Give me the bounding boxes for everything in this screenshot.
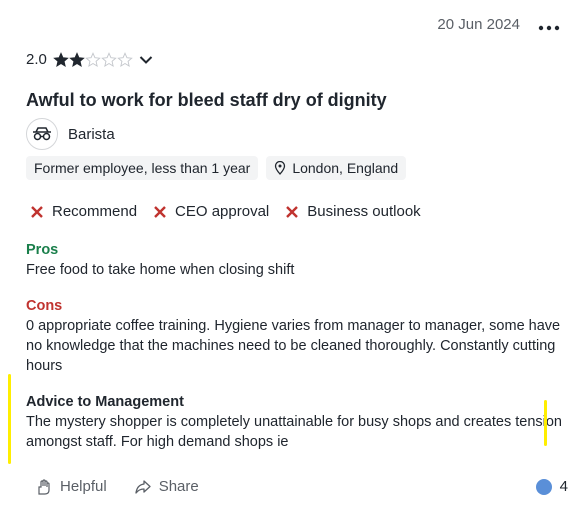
more-horizontal-icon <box>538 25 560 31</box>
reaction-count[interactable]: 4 <box>535 478 568 495</box>
share-button[interactable]: Share <box>135 478 199 495</box>
rating-stars <box>53 51 133 68</box>
helpful-button[interactable]: Helpful <box>36 478 107 495</box>
star-empty-icon <box>117 51 133 67</box>
pros-text: Free food to take home when closing shif… <box>26 262 295 278</box>
reaction-avatar-icon <box>535 478 552 495</box>
helpful-hand-icon <box>38 478 50 495</box>
rating-details-toggle[interactable] <box>139 55 153 65</box>
x-icon <box>30 205 44 219</box>
share-icon <box>135 479 151 494</box>
advice-section: Advice to Management The mystery shopper… <box>26 392 566 452</box>
helpful-label: Helpful <box>60 478 107 495</box>
location-tag: London, England <box>266 156 407 180</box>
advice-text: The mystery shopper is completely unatta… <box>26 414 562 450</box>
cons-section: Cons 0 appropriate coffee training. Hygi… <box>26 296 566 376</box>
chevron-down-icon <box>139 55 153 64</box>
check-label: CEO approval <box>175 203 270 220</box>
location-pin-icon <box>275 161 286 175</box>
pros-section: Pros Free food to take home when closing… <box>26 240 566 280</box>
review-actions: Helpful Share <box>36 478 199 495</box>
review-title[interactable]: Awful to work for bleed staff dry of dig… <box>26 90 387 111</box>
share-label: Share <box>158 478 199 495</box>
check-ceo-approval: CEO approval <box>153 203 269 220</box>
review-tags: Former employee, less than 1 year London… <box>26 156 407 180</box>
ratings-checklist: Recommend CEO approval Business outlook <box>30 203 421 220</box>
x-icon <box>285 205 299 219</box>
more-options-button[interactable] <box>538 16 560 34</box>
check-label: Business outlook <box>307 203 421 220</box>
rating: 2.0 <box>26 51 153 68</box>
check-business-outlook: Business outlook <box>285 203 421 220</box>
check-label: Recommend <box>52 203 138 220</box>
location-label: London, England <box>292 160 399 176</box>
cons-text: 0 appropriate coffee training. Hygiene v… <box>26 318 561 374</box>
check-recommend: Recommend <box>30 203 137 220</box>
star-filled-icon <box>69 51 85 67</box>
job-role-label: Barista <box>68 125 115 143</box>
highlight-mark-left <box>8 374 11 464</box>
advice-heading: Advice to Management <box>26 394 184 410</box>
x-icon <box>153 205 167 219</box>
star-empty-icon <box>85 51 101 67</box>
pros-heading: Pros <box>26 242 59 258</box>
rating-value: 2.0 <box>26 51 47 68</box>
employment-status-tag: Former employee, less than 1 year <box>26 156 259 180</box>
highlight-mark-right <box>544 400 547 446</box>
star-empty-icon <box>101 51 117 67</box>
barista-glasses-icon <box>26 118 58 150</box>
cons-heading: Cons <box>26 298 63 314</box>
job-role: Barista <box>26 118 115 150</box>
reaction-count-value: 4 <box>559 478 568 495</box>
star-filled-icon <box>53 51 69 67</box>
review-date: 20 Jun 2024 <box>437 16 520 33</box>
